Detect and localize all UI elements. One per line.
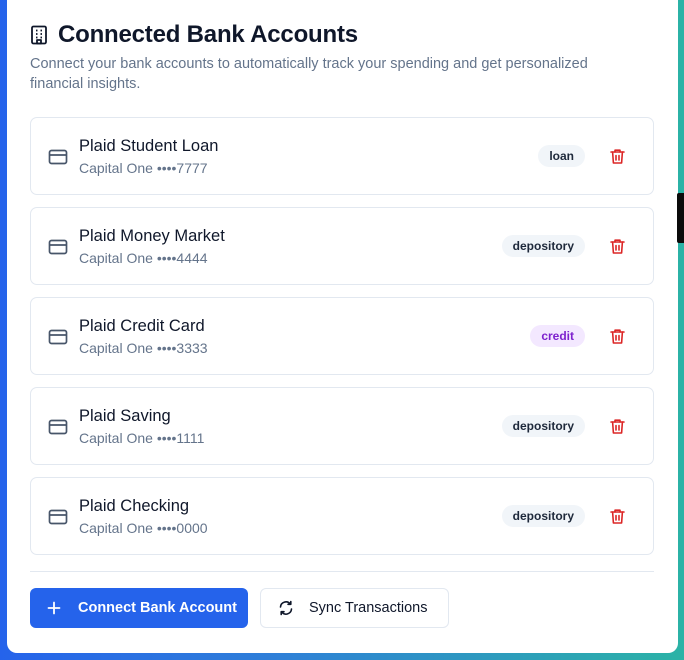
account-institution: Capital One ••••1111 [79, 430, 205, 446]
account-type-badge: depository [501, 235, 585, 257]
credit-card-icon [48, 149, 68, 165]
scrollbar-thumb[interactable] [677, 193, 684, 243]
refresh-icon [278, 600, 294, 616]
credit-card-icon [48, 509, 68, 525]
account-row[interactable]: Plaid Student Loan Capital One ••••7777 … [30, 117, 654, 195]
account-row[interactable]: Plaid Money Market Capital One ••••4444 … [30, 207, 654, 285]
credit-card-icon [48, 419, 68, 435]
connect-bank-account-label: Connect Bank Account [78, 600, 237, 616]
account-row[interactable]: Plaid Checking Capital One ••••0000 depo… [30, 477, 654, 555]
account-name: Plaid Money Market [79, 227, 225, 245]
trash-icon[interactable] [610, 328, 625, 345]
building-icon [30, 25, 48, 45]
account-name: Plaid Checking [79, 497, 190, 515]
account-name: Plaid Saving [79, 407, 171, 425]
account-institution: Capital One ••••4444 [79, 250, 208, 266]
trash-icon[interactable] [610, 148, 625, 165]
title-row: Connected Bank Accounts [30, 20, 658, 50]
page-title: Connected Bank Accounts [58, 21, 358, 48]
account-type-badge: depository [501, 505, 585, 527]
account-list: Plaid Student Loan Capital One ••••7777 … [30, 117, 654, 567]
credit-card-icon [48, 239, 68, 255]
account-type-badge: loan [538, 145, 585, 167]
divider [30, 571, 654, 572]
connected-accounts-card: Connected Bank Accounts Connect your ban… [7, 0, 678, 653]
sync-transactions-label: Sync Transactions [309, 600, 428, 616]
account-institution: Capital One ••••3333 [79, 340, 208, 356]
account-type-badge: depository [501, 415, 585, 437]
trash-icon[interactable] [610, 508, 625, 525]
plus-icon [47, 601, 61, 615]
trash-icon[interactable] [610, 238, 625, 255]
account-name: Plaid Student Loan [79, 137, 219, 155]
account-institution: Capital One ••••0000 [79, 520, 208, 536]
account-row[interactable]: Plaid Saving Capital One ••••1111 deposi… [30, 387, 654, 465]
trash-icon[interactable] [610, 418, 625, 435]
sync-transactions-button[interactable]: Sync Transactions [260, 588, 449, 628]
page-subtitle: Connect your bank accounts to automatica… [30, 56, 588, 92]
card-header: Connected Bank Accounts Connect your ban… [30, 20, 658, 94]
account-institution: Capital One ••••7777 [79, 160, 208, 176]
account-type-badge: credit [530, 325, 585, 347]
connect-bank-account-button[interactable]: Connect Bank Account [30, 588, 248, 628]
credit-card-icon [48, 329, 68, 345]
account-row[interactable]: Plaid Credit Card Capital One ••••3333 c… [30, 297, 654, 375]
account-name: Plaid Credit Card [79, 317, 205, 335]
